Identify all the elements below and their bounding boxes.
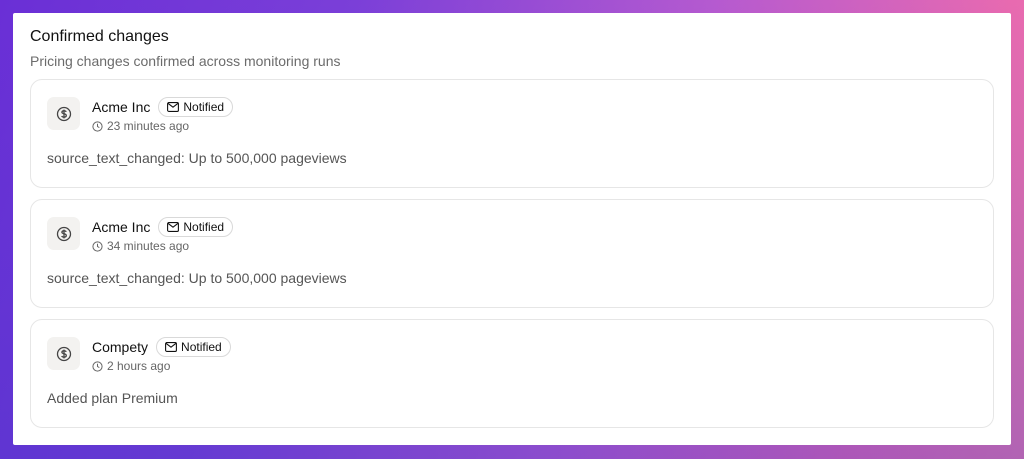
mail-icon (167, 102, 180, 112)
clock-icon (92, 240, 103, 252)
confirmed-changes-panel: Confirmed changes Pricing changes confir… (13, 13, 1011, 445)
change-description: Added plan Premium (47, 390, 178, 406)
timestamp: 23 minutes ago (107, 119, 190, 133)
company-name: Acme Inc (92, 99, 151, 115)
notified-badge: Notified (158, 217, 234, 237)
dollar-circle-icon (47, 97, 80, 130)
change-description: source_text_changed: Up to 500,000 pagev… (47, 150, 347, 166)
badge-label: Notified (183, 220, 225, 234)
dollar-circle-icon (47, 337, 80, 370)
change-card[interactable]: Compety Notified 2 hours ago Added plan … (30, 319, 994, 428)
mail-icon (165, 342, 177, 352)
page-subtitle: Pricing changes confirmed across monitor… (30, 53, 341, 69)
clock-icon (92, 120, 103, 132)
timestamp: 2 hours ago (107, 359, 171, 373)
dollar-circle-icon (47, 217, 80, 250)
notified-badge: Notified (158, 97, 234, 117)
change-card[interactable]: Acme Inc Notified 23 minutes ago source_… (30, 79, 994, 188)
clock-icon (92, 360, 103, 372)
change-card[interactable]: Acme Inc Notified 34 minutes ago source_… (30, 199, 994, 308)
company-name: Compety (92, 339, 149, 355)
changes-list: Acme Inc Notified 23 minutes ago source_… (30, 79, 994, 428)
change-description: source_text_changed: Up to 500,000 pagev… (47, 270, 347, 286)
company-name: Acme Inc (92, 219, 151, 235)
timestamp: 34 minutes ago (107, 239, 190, 253)
notified-badge: Notified (156, 337, 231, 357)
badge-label: Notified (183, 100, 225, 114)
mail-icon (167, 222, 180, 232)
page-title: Confirmed changes (30, 28, 169, 45)
badge-label: Notified (181, 340, 222, 354)
